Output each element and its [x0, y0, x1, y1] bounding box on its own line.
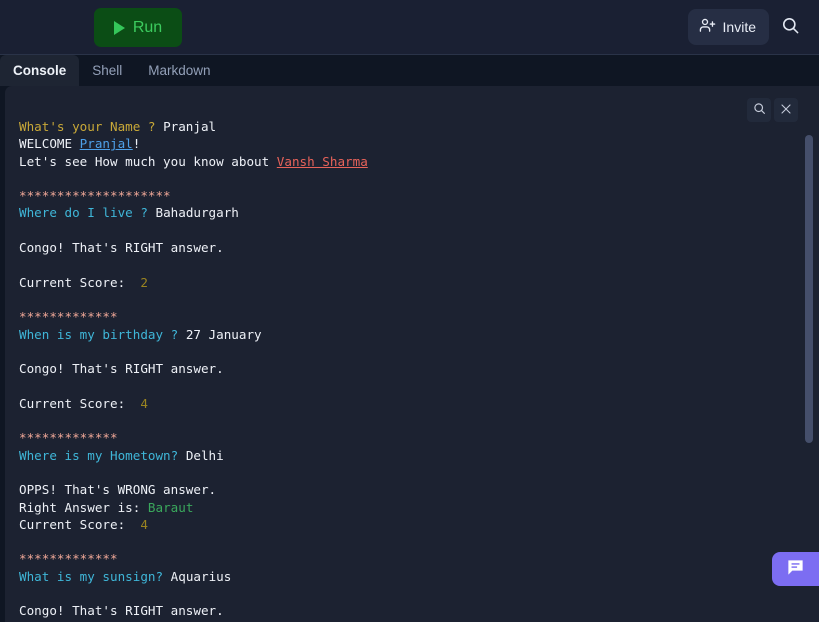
console-line: Congo! That's RIGHT answer.: [19, 239, 819, 256]
console-line: What is my sunsign? Aquarius: [19, 568, 819, 585]
console-line: Current Score: 2: [19, 274, 819, 291]
console-text: 27 January: [185, 326, 262, 342]
console-text: 4: [140, 516, 148, 532]
console-text: 4: [140, 395, 148, 411]
console-close-button[interactable]: [774, 98, 798, 122]
panel-tab-bar: Console Shell Markdown: [0, 55, 819, 86]
console-text: OPPS! That's WRONG answer.: [19, 482, 217, 498]
console-line: Current Score: 4: [19, 395, 819, 412]
console-search-button[interactable]: [747, 98, 771, 122]
console-text: 2: [140, 274, 148, 290]
console-text: Current Score:: [19, 395, 141, 411]
console-panel: What's your Name ? Pranjal WELCOME Pranja…: [5, 86, 819, 622]
console-line: Where do I live ? Bahadurgarh: [19, 204, 819, 221]
run-button-label: Run: [132, 18, 163, 36]
invite-button[interactable]: Invite: [687, 9, 769, 45]
console-line: *************: [19, 429, 819, 446]
console-text: When is my birthday ?: [19, 326, 186, 342]
close-icon: [780, 103, 792, 118]
console-line: *************: [19, 550, 819, 567]
tab-shell[interactable]: Shell: [79, 55, 135, 86]
console-line: ********************: [19, 187, 819, 204]
console-toolbar: [747, 98, 798, 122]
console-text: Bahadurgarh: [155, 205, 239, 221]
tab-console[interactable]: Console: [0, 55, 80, 86]
chat-bubble-icon: [786, 558, 805, 580]
console-line: When is my birthday ? 27 January: [19, 326, 819, 343]
console-line: Where is my Hometown? Delhi: [19, 447, 819, 464]
search-button[interactable]: [773, 10, 807, 44]
tab-console-label: Console: [13, 63, 67, 78]
console-text: Where do I live ?: [19, 205, 156, 221]
console-line: OPPS! That's WRONG answer.: [19, 481, 819, 498]
play-triangle-icon: [113, 20, 125, 35]
console-text: *************: [19, 430, 118, 446]
console-text: What's your Name ?: [19, 119, 164, 134]
console-text: Aquarius: [170, 568, 232, 584]
console-text: Let's see How much you know about: [19, 153, 277, 169]
console-text: Where is my Hometown?: [19, 447, 186, 463]
console-text: Congo! That's RIGHT answer.: [19, 603, 224, 619]
tab-markdown-label: Markdown: [148, 63, 211, 78]
console-text: Congo! That's RIGHT answer.: [19, 361, 224, 377]
search-icon: [781, 16, 800, 38]
top-toolbar: Run Invite: [0, 0, 819, 55]
console-line: Let's see How much you know about Vansh …: [19, 153, 819, 170]
console-line: Congo! That's RIGHT answer.: [19, 602, 819, 619]
console-text: Current Score:: [19, 516, 141, 532]
console-link[interactable]: Pranjal: [80, 136, 133, 151]
console-line: *************: [19, 308, 819, 325]
console-text: *************: [19, 551, 118, 567]
console-text: Right Answer is:: [19, 499, 148, 515]
console-line: Right Answer is: Baraut: [19, 499, 819, 516]
console-text: WELCOME: [19, 136, 80, 152]
console-line: What's your Name ? Pranjal: [19, 118, 819, 135]
console-text: Delhi: [185, 447, 224, 463]
console-text: Congo! That's RIGHT answer.: [19, 240, 224, 256]
console-link[interactable]: Vansh Sharma: [277, 154, 368, 169]
console-scrollbar-thumb[interactable]: [805, 135, 813, 443]
person-add-icon: [699, 17, 716, 37]
console-text: ********************: [19, 188, 171, 204]
console-text: Pranjal: [163, 119, 217, 134]
console-line: WELCOME Pranjal!: [19, 135, 819, 152]
console-output[interactable]: What's your Name ? Pranjal WELCOME Pranja…: [5, 86, 819, 622]
console-text: What is my sunsign?: [19, 568, 171, 584]
console-text: Current Score:: [19, 274, 141, 290]
console-line: Current Score: 4: [19, 516, 819, 533]
tab-shell-label: Shell: [92, 63, 123, 78]
console-line: Congo! That's RIGHT answer.: [19, 360, 819, 377]
tab-markdown[interactable]: Markdown: [135, 55, 223, 86]
search-icon: [753, 102, 766, 118]
run-button[interactable]: Run: [94, 8, 182, 47]
console-text: !: [132, 136, 141, 152]
console-scrollbar-track[interactable]: [805, 116, 813, 616]
chat-bubble-button[interactable]: [772, 552, 819, 586]
invite-button-label: Invite: [722, 19, 756, 35]
console-text: *************: [19, 309, 118, 325]
top-right-actions: Invite: [687, 9, 807, 45]
console-text: Baraut: [147, 499, 194, 515]
